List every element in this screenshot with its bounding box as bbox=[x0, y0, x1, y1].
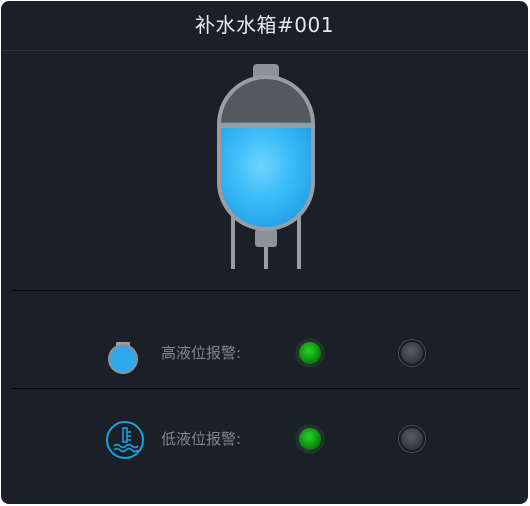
title-divider bbox=[1, 50, 528, 51]
tank-leg-left bbox=[231, 211, 235, 269]
alarm-row-low-level: 低液位报警: bbox=[1, 409, 528, 469]
flask-icon bbox=[105, 333, 145, 375]
high-level-indicator-green bbox=[297, 340, 323, 366]
low-level-indicator-grey bbox=[399, 426, 425, 452]
alarm-divider bbox=[11, 388, 520, 389]
thermometer-water-icon bbox=[105, 419, 145, 461]
low-level-indicator-green bbox=[297, 426, 323, 452]
tank-leg-right bbox=[297, 211, 301, 269]
water-tank-graphic bbox=[211, 61, 321, 271]
alarm-label-low-level: 低液位报警: bbox=[161, 430, 242, 448]
alarm-row-high-level: 高液位报警: bbox=[1, 323, 528, 383]
water-tank-panel: 补水水箱#001 高液位报警: 低液位报警: bbox=[1, 1, 528, 504]
tank-bottom-nozzle bbox=[255, 229, 277, 247]
high-level-indicator-grey bbox=[399, 340, 425, 366]
panel-title: 补水水箱#001 bbox=[195, 13, 334, 37]
section-divider bbox=[11, 290, 520, 291]
alarm-label-high-level: 高液位报警: bbox=[161, 344, 242, 362]
water-tank-icon bbox=[217, 64, 315, 269]
